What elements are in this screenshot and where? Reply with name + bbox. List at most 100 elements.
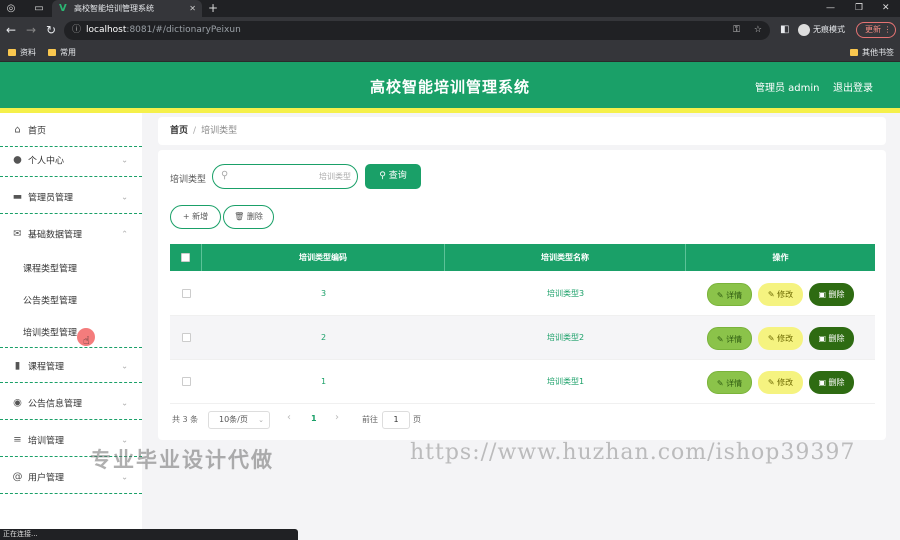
edit-button[interactable]: ✎ 修改: [758, 371, 803, 394]
search-label: 培训类型: [170, 175, 207, 185]
bookmark-folder-ziliao[interactable]: 资料: [8, 44, 36, 61]
sidebar-subitem-course-type[interactable]: 课程类型管理: [0, 252, 142, 284]
update-button[interactable]: 更新 ⋮: [856, 22, 896, 38]
col-header-name[interactable]: 培训类型名称: [445, 244, 686, 271]
incognito-profile[interactable]: 无痕模式: [798, 21, 845, 39]
reload-icon[interactable]: ↻: [46, 23, 56, 37]
row-checkbox[interactable]: [181, 333, 191, 342]
bookmark-label: 其他书签: [862, 48, 894, 57]
chevron-up-icon: ⌃: [121, 229, 128, 239]
edit-button[interactable]: ✎ 修改: [758, 283, 803, 306]
chevron-down-icon: ⌄: [121, 192, 128, 201]
minimize-icon[interactable]: —: [826, 0, 835, 17]
edit-label: 修改: [777, 334, 794, 343]
sidebar-subitem-notice-type[interactable]: 公告类型管理: [0, 284, 142, 316]
cell-name: 培训类型1: [546, 377, 585, 386]
delete-label: 删除: [828, 378, 845, 387]
new-tab-icon[interactable]: +: [208, 0, 218, 16]
detail-label: 详情: [726, 379, 743, 388]
back-icon[interactable]: ←: [6, 23, 16, 37]
restore-icon[interactable]: ❐: [855, 0, 863, 17]
edit-button[interactable]: ✎ 修改: [758, 327, 803, 350]
tab-close-icon[interactable]: ✕: [189, 0, 196, 17]
bookmarks-bar: 资料 常用 其他书签: [0, 44, 900, 62]
search-input[interactable]: [237, 168, 351, 185]
tab-title: 高校智能培训管理系统: [74, 4, 154, 13]
page-size-select[interactable]: 10条/页 ⌄: [208, 411, 270, 429]
delete-button[interactable]: ▣ 删除: [809, 283, 854, 306]
table-header: 培训类型编码 培训类型名称 操作: [170, 244, 875, 271]
sidebar-item-admin[interactable]: ▬ 管理员管理 ⌄: [0, 180, 142, 214]
row-checkbox[interactable]: [181, 377, 191, 386]
other-bookmarks[interactable]: 其他书签: [850, 44, 894, 61]
breadcrumb-current: 培训类型: [201, 126, 238, 136]
delete-label: 删除: [828, 290, 845, 299]
trash-icon: ▣: [818, 334, 826, 343]
batch-delete-label: 删除: [246, 212, 263, 221]
goto-label: 前往: [362, 415, 378, 424]
sidebar-item-profile[interactable]: ● 个人中心 ⌄: [0, 143, 142, 177]
trash-icon: 🗑: [234, 212, 245, 221]
incognito-avatar-icon: [798, 23, 810, 36]
sidebar-item-notice[interactable]: ◉ 公告信息管理 ⌄: [0, 386, 142, 420]
sidebar-subitem-label: 公告类型管理: [23, 296, 78, 307]
folder-icon: [8, 49, 16, 56]
batch-delete-button[interactable]: 🗑 删除: [223, 205, 274, 229]
tab-search-icon[interactable]: ▭: [32, 2, 46, 15]
search-icon: ⚲: [379, 171, 386, 181]
sidebar-subitem-training-type[interactable]: 培训类型管理: [0, 316, 142, 348]
breadcrumb-home[interactable]: 首页: [170, 126, 188, 136]
sidebar-item-home[interactable]: ⌂ 首页: [0, 113, 142, 147]
sidebar-item-label: 培训管理: [28, 436, 65, 446]
detail-button[interactable]: ✎ 详情: [707, 283, 752, 306]
compass-icon: ◉: [13, 397, 22, 408]
row-checkbox[interactable]: [181, 289, 191, 298]
url-host: localhost: [86, 25, 127, 35]
address-bar[interactable]: ⓘ localhost:8081/#/dictionaryPeixun ⚿ ☆: [64, 21, 770, 40]
delete-button[interactable]: ▣ 删除: [809, 371, 854, 394]
search-button-label: 查询: [388, 171, 407, 181]
at-icon: @: [12, 471, 23, 482]
key-icon[interactable]: ⚿: [733, 21, 740, 40]
detail-button[interactable]: ✎ 详情: [707, 371, 752, 394]
sidebar-item-label: 个人中心: [28, 156, 65, 166]
cell-code: 3: [320, 289, 327, 298]
prev-page-button[interactable]: ‹: [287, 412, 291, 423]
sidebar-item-label: 管理员管理: [28, 193, 74, 203]
site-info-icon[interactable]: ⓘ: [72, 21, 81, 40]
sidepanel-icon[interactable]: ◧: [780, 23, 789, 37]
select-all-cell: [170, 244, 202, 271]
search-button[interactable]: ⚲ 查询: [365, 164, 421, 189]
sidebar-subitem-label: 课程类型管理: [23, 264, 78, 275]
next-page-button[interactable]: ›: [335, 412, 339, 423]
col-header-code[interactable]: 培训类型编码: [202, 244, 445, 271]
select-all-checkbox[interactable]: [181, 253, 190, 262]
cell-name: 培训类型2: [546, 333, 585, 342]
delete-button[interactable]: ▣ 删除: [809, 327, 854, 350]
bookmark-folder-changyong[interactable]: 常用: [48, 44, 76, 61]
sidebar-item-course[interactable]: ▮ 课程管理 ⌄: [0, 349, 142, 383]
profile-label: 无痕模式: [813, 25, 845, 34]
bookmark-star-icon[interactable]: ☆: [754, 21, 762, 40]
add-button[interactable]: + 新增: [170, 205, 221, 229]
current-page[interactable]: 1: [311, 414, 317, 423]
search-input-wrapper[interactable]: ⚲: [212, 164, 358, 189]
browser-tab[interactable]: V 高校智能培训管理系统 ✕: [52, 0, 202, 17]
chrome-menu-icon[interactable]: ◎: [4, 2, 18, 15]
logout-link[interactable]: 退出登录: [833, 79, 873, 94]
sidebar-item-label: 基础数据管理: [28, 230, 83, 241]
goto-page-input[interactable]: 1: [382, 411, 410, 429]
detail-button[interactable]: ✎ 详情: [707, 327, 752, 350]
cell-code: 1: [320, 377, 327, 386]
sidebar-item-basic-data[interactable]: ✉ 基础数据管理 ⌃: [0, 217, 142, 251]
table-row: 3 培训类型3 ✎ 详情 ✎ 修改 ▣ 删除: [170, 272, 875, 316]
app-header: 高校智能培训管理系统 管理员 admin 退出登录: [0, 62, 900, 108]
forward-icon[interactable]: →: [26, 23, 36, 37]
chevron-down-icon: ⌄: [121, 435, 128, 444]
window-close-icon[interactable]: ✕: [882, 0, 890, 17]
chevron-down-icon: ⌄: [121, 398, 128, 407]
browser-status-bar: 正在连接...: [0, 529, 298, 540]
detail-label: 详情: [726, 335, 743, 344]
delete-label: 删除: [828, 334, 845, 343]
bookmark-label: 资料: [20, 48, 36, 57]
